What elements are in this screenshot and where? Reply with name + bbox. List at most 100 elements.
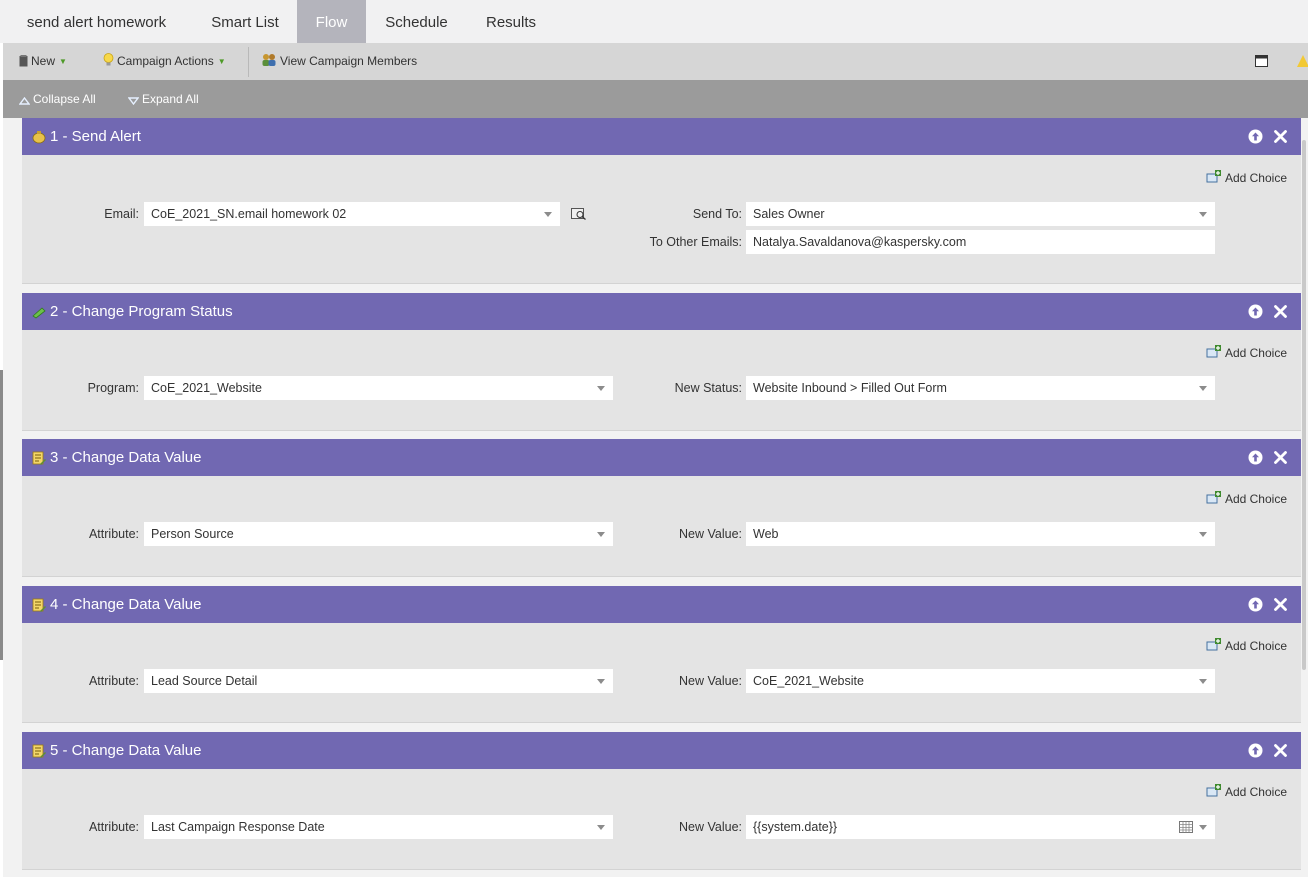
attribute-select[interactable]: Last Campaign Response Date [144, 815, 613, 839]
delete-step-icon[interactable] [1273, 304, 1288, 319]
flow-step-send-alert: 1 - Send Alert Add Choice Email: CoE_202… [22, 118, 1301, 284]
new-status-select[interactable]: Website Inbound > Filled Out Form [746, 376, 1215, 400]
window-icon [1255, 55, 1268, 67]
chevron-down-icon [544, 212, 552, 217]
new-document-icon [19, 55, 28, 67]
window-toggle-button[interactable] [1255, 43, 1271, 80]
add-choice-button[interactable]: Add Choice [1206, 169, 1287, 187]
toolbar: New ▼ Campaign Actions ▼ View Campaign Mem… [3, 43, 1308, 81]
step-title: 5 - Change Data Value [50, 742, 202, 759]
add-choice-button[interactable]: Add Choice [1206, 344, 1287, 362]
new-status-label: New Status: [674, 381, 742, 395]
new-value-select[interactable]: CoE_2021_Website [746, 669, 1215, 693]
delete-step-icon[interactable] [1273, 129, 1288, 144]
other-emails-input[interactable]: Natalya.Savaldanova@kaspersky.com [746, 230, 1215, 254]
collapse-all-label: Collapse All [33, 92, 96, 106]
step-title: 1 - Send Alert [50, 128, 141, 145]
step-header[interactable]: 2 - Change Program Status [22, 293, 1301, 330]
chevron-down-icon [1199, 679, 1207, 684]
delete-step-icon[interactable] [1273, 743, 1288, 758]
add-choice-button[interactable]: Add Choice [1206, 783, 1287, 801]
email-value: CoE_2021_SN.email homework 02 [151, 207, 347, 221]
dropdown-caret-icon: ▼ [59, 57, 67, 66]
email-label: Email: [104, 207, 139, 221]
step-header[interactable]: 1 - Send Alert [22, 118, 1301, 155]
tab-flow[interactable]: Flow [297, 0, 366, 43]
step-header[interactable]: 3 - Change Data Value [22, 439, 1301, 476]
new-value-select[interactable]: Web [746, 522, 1215, 546]
calendar-icon[interactable] [1179, 821, 1193, 833]
members-icon [262, 54, 276, 66]
data-value-icon [32, 744, 46, 758]
other-emails-label: To Other Emails: [649, 235, 742, 249]
program-value: CoE_2021_Website [151, 381, 262, 395]
new-label: New [31, 54, 56, 68]
step-header[interactable]: 4 - Change Data Value [22, 586, 1301, 623]
send-alert-icon [32, 131, 46, 144]
campaign-actions-button[interactable]: Campaign Actions ▼ [103, 43, 226, 80]
attribute-select[interactable]: Lead Source Detail [144, 669, 613, 693]
tab-results[interactable]: Results [467, 0, 555, 43]
lightbulb-icon [103, 53, 114, 66]
dropdown-caret-icon: ▼ [217, 57, 226, 66]
move-up-icon[interactable] [1248, 450, 1263, 465]
program-status-icon [32, 307, 46, 319]
add-choice-icon [1206, 784, 1221, 797]
tab-schedule[interactable]: Schedule [366, 0, 467, 43]
add-choice-button[interactable]: Add Choice [1206, 490, 1287, 508]
new-value-label: New Value: [679, 527, 742, 541]
add-choice-icon [1206, 491, 1221, 504]
attribute-select[interactable]: Person Source [144, 522, 613, 546]
new-value-input[interactable]: {{system.date}} [746, 815, 1215, 839]
chevron-down-icon [597, 679, 605, 684]
chevron-down-icon [597, 532, 605, 537]
program-select[interactable]: CoE_2021_Website [144, 376, 613, 400]
chevron-down-icon [597, 825, 605, 830]
attribute-value: Lead Source Detail [151, 674, 258, 688]
data-value-icon [32, 598, 46, 612]
chevron-down-icon [597, 386, 605, 391]
warning-icon-button[interactable] [1297, 43, 1308, 80]
expand-all-label: Expand All [142, 92, 199, 106]
view-campaign-members-button[interactable]: View Campaign Members [261, 43, 417, 80]
tab-campaign-name[interactable]: send alert homework [0, 0, 193, 43]
chevron-down-icon [1199, 386, 1207, 391]
toolbar-divider [248, 47, 249, 77]
new-menu-button[interactable]: New ▼ [19, 43, 67, 80]
attribute-label: Attribute: [88, 527, 139, 541]
chevron-down-icon [1199, 212, 1207, 217]
add-choice-icon [1206, 345, 1221, 358]
add-choice-icon [1206, 170, 1221, 183]
add-choice-button[interactable]: Add Choice [1206, 637, 1287, 655]
email-select[interactable]: CoE_2021_SN.email homework 02 [144, 202, 560, 226]
other-emails-value: Natalya.Savaldanova@kaspersky.com [753, 235, 967, 249]
program-label: Program: [87, 381, 139, 395]
step-header[interactable]: 5 - Change Data Value [22, 732, 1301, 769]
flow-step-change-data-value: 5 - Change Data Value Add Choice Attribu… [22, 732, 1301, 870]
collapse-all-button[interactable]: Collapse All [19, 80, 96, 118]
send-to-label: Send To: [692, 207, 742, 221]
send-to-select[interactable]: Sales Owner [746, 202, 1215, 226]
flow-step-change-data-value: 4 - Change Data Value Add Choice Attribu… [22, 586, 1301, 723]
data-value-icon [32, 451, 46, 465]
send-to-value: Sales Owner [753, 207, 825, 221]
move-up-icon[interactable] [1248, 304, 1263, 319]
delete-step-icon[interactable] [1273, 597, 1288, 612]
collapse-icon [19, 97, 30, 105]
expand-icon [128, 97, 139, 105]
add-choice-label: Add Choice [1224, 492, 1287, 506]
move-up-icon[interactable] [1248, 129, 1263, 144]
move-up-icon[interactable] [1248, 743, 1263, 758]
tab-smart-list[interactable]: Smart List [193, 0, 297, 43]
delete-step-icon[interactable] [1273, 450, 1288, 465]
vertical-scrollbar[interactable] [1302, 140, 1306, 670]
expand-all-button[interactable]: Expand All [128, 80, 199, 118]
add-choice-label: Add Choice [1224, 346, 1287, 360]
move-up-icon[interactable] [1248, 597, 1263, 612]
view-campaign-members-label: View Campaign Members [280, 54, 418, 68]
collapse-expand-bar: Collapse All Expand All [3, 80, 1308, 118]
add-choice-label: Add Choice [1224, 171, 1287, 185]
chevron-down-icon [1199, 532, 1207, 537]
flow-step-change-data-value: 3 - Change Data Value Add Choice Attribu… [22, 439, 1301, 577]
preview-email-icon[interactable] [571, 208, 587, 220]
